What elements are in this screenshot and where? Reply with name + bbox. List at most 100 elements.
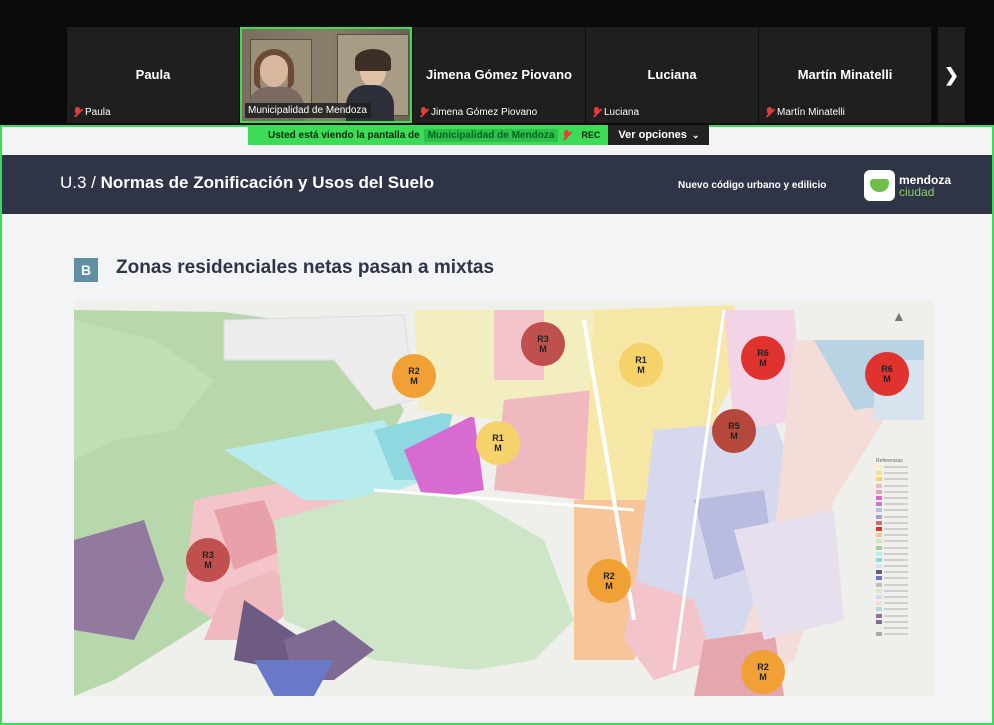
zone-code: R6 bbox=[757, 348, 769, 358]
legend-label-line bbox=[884, 521, 908, 524]
legend-label-line bbox=[884, 509, 908, 512]
participant-label-text: Jimena Gómez Piovano bbox=[431, 107, 538, 118]
legend-label-line bbox=[884, 503, 908, 506]
zone-code: R2 bbox=[603, 571, 615, 581]
view-options-button[interactable]: Ver opciones ⌄ bbox=[608, 125, 710, 145]
slide-subtitle: Nuevo código urbano y edilicio bbox=[678, 180, 827, 191]
section-heading: Zonas residenciales netas pasan a mixtas bbox=[116, 257, 495, 278]
slide-title: U.3 / Normas de Zonificación y Usos del … bbox=[60, 173, 434, 193]
participant-label: Martín Minatelli bbox=[762, 105, 849, 120]
zone-code: R6 bbox=[881, 364, 893, 374]
zone-sub: M bbox=[204, 560, 212, 570]
legend-swatch bbox=[876, 564, 882, 569]
participant-label-text: Luciana bbox=[604, 107, 640, 118]
legend-swatch bbox=[876, 489, 882, 494]
logo-line-2: ciudad bbox=[899, 184, 935, 199]
chevron-right-icon: ❯ bbox=[943, 64, 960, 85]
slide-header: U.3 / Normas de Zonificación y Usos del … bbox=[2, 155, 992, 214]
participant-name: Paula bbox=[135, 67, 171, 82]
legend-swatch bbox=[876, 607, 882, 612]
legend-swatch bbox=[876, 557, 882, 562]
legend-swatch bbox=[876, 502, 882, 507]
legend-label-line bbox=[884, 614, 908, 617]
participant-label-text: Paula bbox=[85, 107, 111, 118]
participant-tile-paula[interactable]: Paula Paula bbox=[67, 27, 239, 123]
north-arrow-icon: ▲ bbox=[892, 308, 906, 324]
zone-marker: R1 M bbox=[619, 343, 663, 387]
participant-tile-luciana[interactable]: Luciana Luciana bbox=[586, 27, 758, 123]
section-badge: B bbox=[74, 258, 98, 282]
zone-sub: M bbox=[637, 365, 645, 375]
legend-swatch bbox=[876, 471, 882, 476]
legend-label-line bbox=[884, 626, 908, 629]
legend-label-line bbox=[884, 515, 908, 518]
legend-label-line bbox=[884, 484, 908, 487]
legend-label-line bbox=[884, 571, 908, 574]
map-shapes bbox=[74, 300, 933, 696]
muted-mic-icon bbox=[73, 107, 82, 118]
legend-label-line bbox=[884, 565, 908, 568]
mendoza-logo: mendoza ciudad bbox=[864, 170, 951, 201]
participant-tile-martin[interactable]: Martín Minatelli Martín Minatelli bbox=[759, 27, 931, 123]
participant-tile-jimena[interactable]: Jimena Gómez Piovano Jimena Gómez Piovan… bbox=[413, 27, 585, 123]
legend-swatch bbox=[876, 533, 882, 538]
legend-label-line bbox=[884, 583, 908, 586]
legend-label-line bbox=[884, 497, 908, 500]
next-participants-button[interactable]: ❯ bbox=[938, 27, 965, 123]
zone-marker: R3 M bbox=[186, 538, 230, 582]
chevron-down-icon: ⌄ bbox=[691, 129, 700, 140]
participant-label-text: Martín Minatelli bbox=[777, 107, 845, 118]
legend-swatch bbox=[876, 613, 882, 618]
participant-name: Jimena Gómez Piovano bbox=[426, 67, 572, 82]
legend-label-line bbox=[884, 620, 908, 623]
participant-name: Martín Minatelli bbox=[797, 67, 893, 82]
legend-swatch bbox=[876, 582, 882, 587]
mendoza-logo-icon bbox=[864, 170, 895, 201]
zone-sub: M bbox=[605, 581, 613, 591]
legend-swatch bbox=[876, 496, 882, 501]
zone-sub: M bbox=[539, 344, 547, 354]
legend-swatch bbox=[876, 619, 882, 624]
legend-swatch bbox=[876, 551, 882, 556]
legend-swatch bbox=[876, 570, 882, 575]
legend-swatch bbox=[876, 625, 882, 630]
legend-label-line bbox=[884, 478, 908, 481]
legend-row bbox=[876, 631, 928, 637]
legend-label-line bbox=[884, 577, 908, 580]
legend-swatch bbox=[876, 483, 882, 488]
legend-swatch bbox=[876, 632, 882, 637]
legend-label-line bbox=[884, 589, 908, 592]
legend-swatch bbox=[876, 595, 882, 600]
zone-marker: R3 M bbox=[521, 322, 565, 366]
zone-sub: M bbox=[759, 672, 767, 682]
legend-label-line bbox=[884, 596, 908, 599]
legend-label-line bbox=[884, 602, 908, 605]
legend-label-line bbox=[884, 546, 908, 549]
participant-label: Municipalidad de Mendoza bbox=[245, 103, 371, 118]
screen-share-bar: Usted está viendo la pantalla de Municip… bbox=[248, 125, 710, 145]
zone-code: R2 bbox=[757, 662, 769, 672]
zoning-map: ▲ R3 M R2 M R1 M R6 M R6 M R1 M R5 M R3 M R2 M R2… bbox=[74, 300, 933, 696]
participant-label: Jimena Gómez Piovano bbox=[416, 105, 542, 120]
slide-title-text: Normas de Zonificación y Usos del Suelo bbox=[100, 173, 435, 192]
legend-swatch bbox=[876, 545, 882, 550]
legend-swatch bbox=[876, 465, 882, 470]
muted-mic-icon bbox=[765, 107, 774, 118]
participant-label: Luciana bbox=[589, 105, 644, 120]
zone-marker: R1 M bbox=[476, 421, 520, 465]
top-bar bbox=[0, 0, 994, 27]
view-options-label: Ver opciones bbox=[618, 129, 687, 141]
zone-code: R2 bbox=[408, 366, 420, 376]
legend-swatch bbox=[876, 539, 882, 544]
legend-label-line bbox=[884, 540, 908, 543]
participant-tile-municipalidad[interactable]: Municipalidad de Mendoza bbox=[240, 27, 412, 123]
slide-title-prefix: U.3 / bbox=[60, 173, 101, 192]
legend-swatch bbox=[876, 588, 882, 593]
zone-marker: R2 M bbox=[741, 650, 785, 694]
zone-sub: M bbox=[759, 358, 767, 368]
legend-swatch bbox=[876, 601, 882, 606]
zone-code: R3 bbox=[537, 334, 549, 344]
zone-sub: M bbox=[410, 376, 418, 386]
legend-swatch bbox=[876, 526, 882, 531]
legend-swatch bbox=[876, 508, 882, 513]
